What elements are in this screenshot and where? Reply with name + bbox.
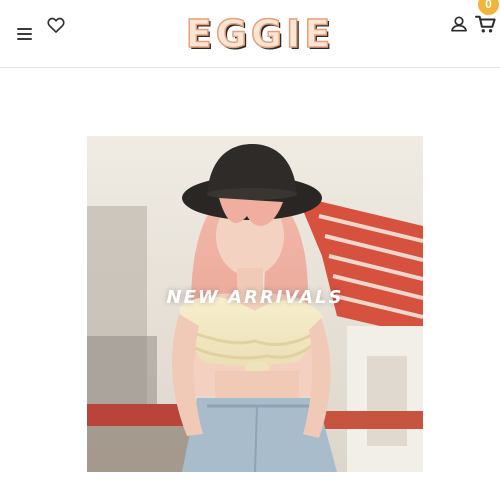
hamburger-menu-icon[interactable] (14, 26, 36, 44)
site-header: EGGIE 0 (0, 0, 500, 68)
hero-title[interactable]: NEW ARRIVALS (87, 287, 423, 308)
shopping-cart-icon[interactable] (475, 14, 497, 34)
user-icon[interactable] (449, 14, 469, 34)
heart-icon[interactable] (46, 15, 66, 35)
cart-count-badge[interactable]: 0 (478, 0, 499, 15)
brand-logo[interactable]: EGGIE (150, 11, 370, 57)
new-arrivals-banner[interactable]: NEW ARRIVALS (87, 136, 423, 472)
